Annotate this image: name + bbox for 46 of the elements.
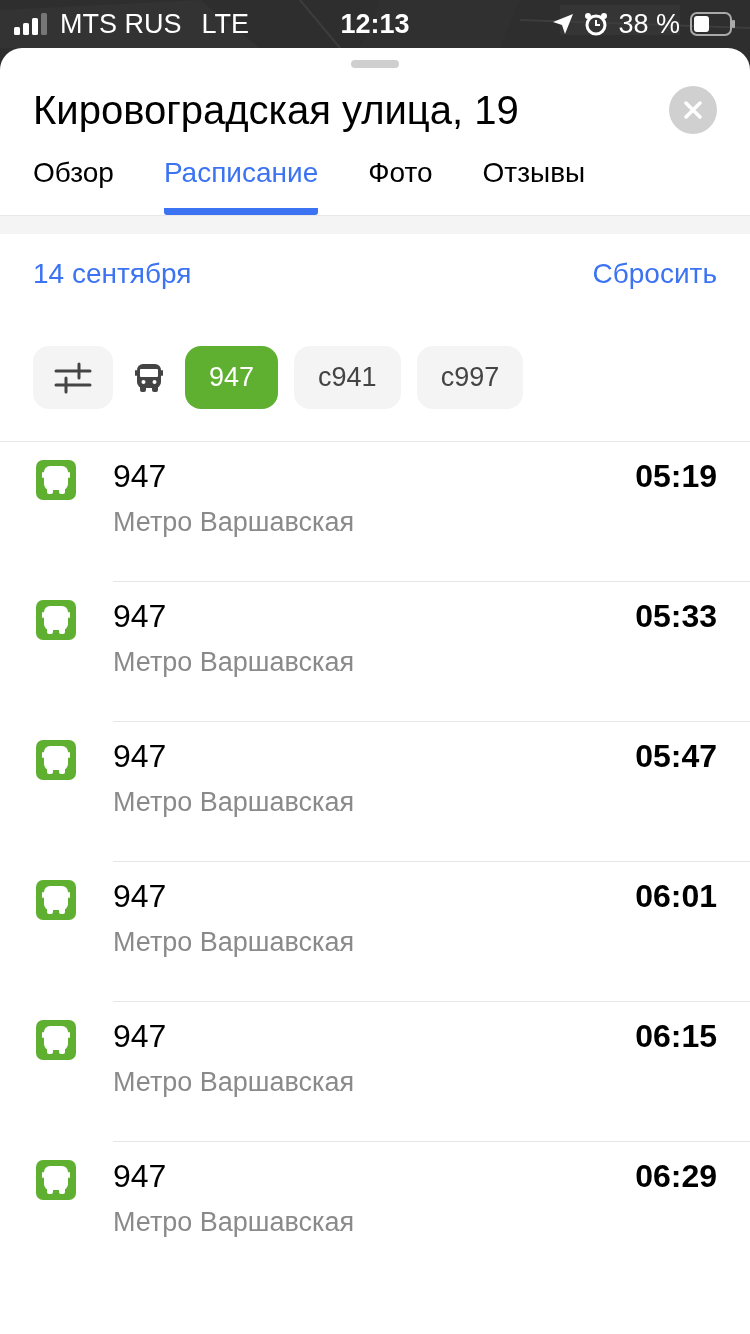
bus-icon [42,1025,70,1055]
route-chip[interactable]: с997 [416,346,524,409]
close-button[interactable] [669,86,717,134]
carrier-name: MTS RUS [60,7,182,41]
departure-time: 05:33 [635,597,717,636]
tab[interactable]: Фото [368,152,433,215]
route-number: 947 [113,877,168,916]
filter-settings-button[interactable] [33,346,113,409]
sliders-icon [54,361,92,394]
location-icon [552,13,575,35]
close-icon [684,101,702,119]
network-type: LTE [201,7,249,41]
destination: Метро Варшавская [113,646,355,679]
destination: Метро Варшавская [113,506,355,539]
destination: Метро Варшавская [113,1066,355,1099]
destination: Метро Варшавская [113,786,355,819]
departure-time: 05:19 [635,457,717,496]
bus-icon [42,1165,70,1195]
bus-icon [42,605,70,635]
departure-time: 06:01 [635,877,717,916]
drag-handle[interactable] [351,60,399,68]
signal-icon [14,13,48,35]
route-number: 947 [113,1157,168,1196]
bus-icon [135,362,163,393]
tab[interactable]: Отзывы [482,152,586,215]
battery-icon [690,12,736,36]
route-chip[interactable]: с941 [294,346,401,409]
departure-time: 06:29 [635,1157,717,1196]
tab[interactable]: Обзор [33,152,114,215]
battery-percent: 38 % [618,7,680,41]
alarm-icon [584,12,609,36]
destination: Метро Варшавская [113,1206,355,1239]
reset-link[interactable]: Сбросить [592,253,717,295]
bus-icon [42,885,70,915]
departure-time: 05:47 [635,737,717,776]
clock: 12:13 [340,7,410,41]
date-link[interactable]: 14 сентября [33,253,192,295]
departure-time: 06:15 [635,1017,717,1056]
bus-icon [42,465,70,495]
route-number: 947 [113,457,168,496]
place-title: Кировоградская улица, 19 [33,87,519,134]
route-number: 947 [113,737,168,776]
route-number: 947 [113,1017,168,1056]
destination: Метро Варшавская [113,926,355,959]
route-number: 947 [113,597,168,636]
bus-icon [42,745,70,775]
